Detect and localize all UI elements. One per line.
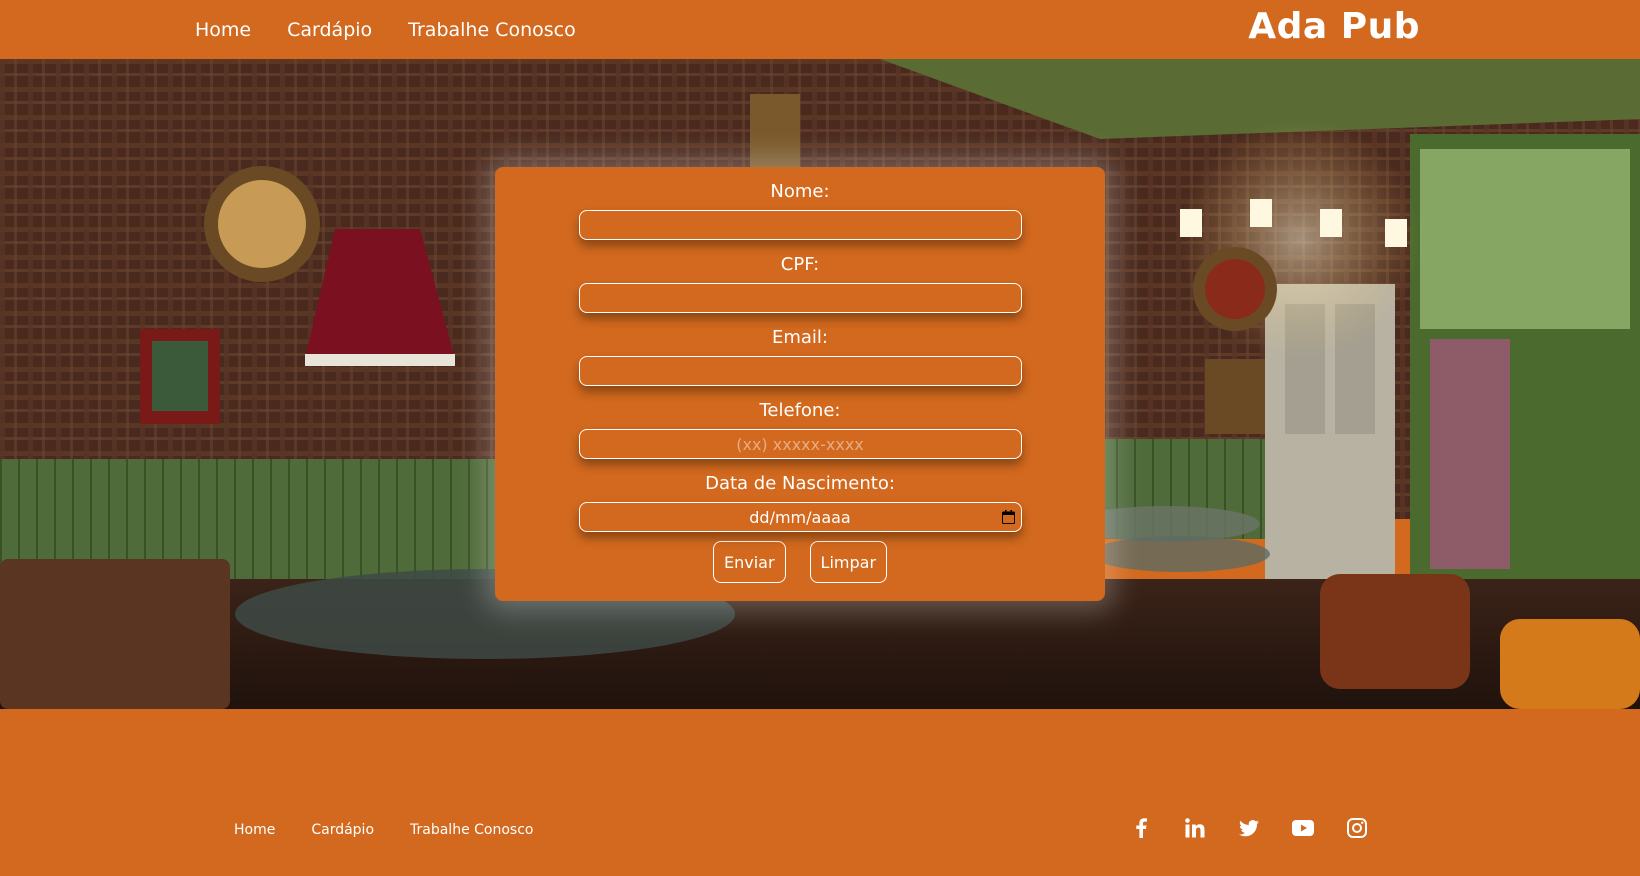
instagram-icon[interactable] [1346,817,1368,839]
enviar-button[interactable]: Enviar [712,541,786,583]
nav-cardapio-link[interactable]: Cardápio [287,19,372,41]
site-header: Home Cardápio Trabalhe Conosco Ada Pub [0,0,1640,59]
cpf-label: CPF: [780,254,820,275]
nome-label: Nome: [770,181,830,202]
nav-home-link[interactable]: Home [195,19,251,41]
brand-logo-text[interactable]: Ada Pub [1248,6,1420,47]
job-application-form: Nome: CPF: Email: Telefone: (xx) xxxxx-x… [495,167,1105,601]
twitter-icon[interactable] [1238,817,1260,839]
data-nascimento-input[interactable]: dd/mm/aaaa [578,502,1022,532]
footer-trabalhe-conosco-link[interactable]: Trabalhe Conosco [410,822,533,838]
calendar-icon[interactable] [1001,510,1015,524]
footer-cardapio-link[interactable]: Cardápio [311,822,374,838]
email-label: Email: [771,327,828,348]
site-footer: Home Cardápio Trabalhe Conosco [0,709,1640,876]
nome-input[interactable] [578,210,1022,240]
email-input[interactable] [578,356,1022,386]
social-links [1130,817,1368,839]
telefone-placeholder: (xx) xxxxx-xxxx [736,434,864,454]
footer-nav: Home Cardápio Trabalhe Conosco [234,822,533,838]
telefone-label: Telefone: [759,400,841,421]
form-buttons: Enviar Limpar [712,541,888,583]
nav-trabalhe-conosco-link[interactable]: Trabalhe Conosco [408,19,576,41]
main-nav: Home Cardápio Trabalhe Conosco [195,0,576,59]
data-nascimento-label: Data de Nascimento: [705,473,895,494]
facebook-icon[interactable] [1130,817,1152,839]
telefone-input[interactable]: (xx) xxxxx-xxxx [578,429,1022,459]
limpar-button[interactable]: Limpar [809,541,888,583]
date-value: dd/mm/aaaa [749,507,851,527]
cpf-input[interactable] [578,283,1022,313]
youtube-icon[interactable] [1292,817,1314,839]
footer-home-link[interactable]: Home [234,822,275,838]
linkedin-icon[interactable] [1184,817,1206,839]
